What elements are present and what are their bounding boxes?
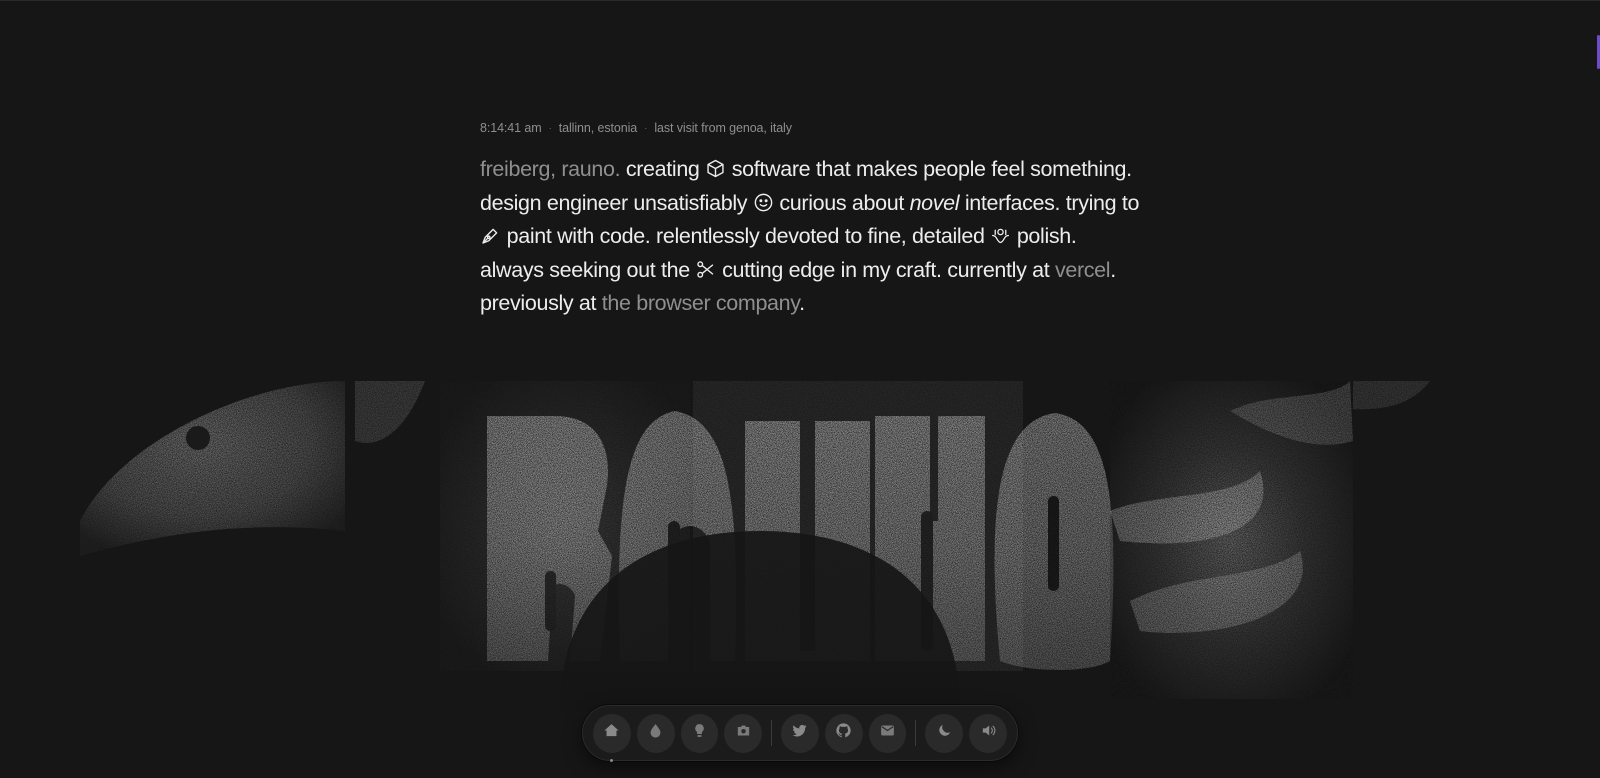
hero-artwork <box>80 381 1430 711</box>
active-indicator <box>610 758 614 762</box>
moon-icon <box>936 722 953 744</box>
meta-line: 8:14:41 am · tallinn, estonia · last vis… <box>480 121 792 135</box>
local-time: 8:14:41 am <box>480 121 542 135</box>
bio-text: creating <box>620 157 706 181</box>
bio-text: cutting edge in my craft. currently at <box>716 257 1055 282</box>
camera-icon <box>735 722 752 744</box>
art-right-panel <box>1110 381 1430 699</box>
smile-icon <box>753 190 774 211</box>
hands-icon <box>990 223 1011 244</box>
speaker-icon <box>980 722 997 744</box>
email-button[interactable] <box>868 713 907 753</box>
page: 8:14:41 am · tallinn, estonia · last vis… <box>0 0 1600 778</box>
scissors-icon <box>695 257 716 278</box>
pen-icon <box>480 223 501 244</box>
craft-button[interactable] <box>636 713 675 753</box>
theme-toggle-button[interactable] <box>925 713 964 753</box>
bio-text: curious about <box>773 190 910 215</box>
mail-icon <box>879 722 896 744</box>
last-visit: last visit from genoa, italy <box>654 121 792 135</box>
bio-paragraph: freiberg, rauno. creating software that … <box>480 153 1140 321</box>
twitter-button[interactable] <box>781 713 819 753</box>
bulb-icon <box>691 722 708 744</box>
ideas-button[interactable] <box>680 713 719 753</box>
twitter-icon <box>791 722 808 744</box>
dock <box>582 705 1018 762</box>
sound-toggle-button[interactable] <box>969 713 1007 753</box>
bio-text: interfaces. trying to <box>959 190 1140 215</box>
home-button[interactable] <box>593 713 631 762</box>
dock-divider <box>771 720 773 746</box>
bio-text-italic: novel <box>909 190 960 215</box>
browser-company-link[interactable]: the browser company <box>602 291 800 315</box>
author-name: freiberg, rauno. <box>480 157 621 181</box>
art-left-panel <box>80 381 425 556</box>
meta-separator: · <box>644 122 648 134</box>
bio-text: paint with code. relentlessly devoted to… <box>501 224 991 248</box>
location: tallinn, estonia <box>558 121 638 135</box>
meta-separator: · <box>548 122 552 134</box>
home-icon <box>603 722 620 744</box>
vercel-link[interactable]: vercel <box>1055 258 1111 282</box>
bio-text: . <box>799 291 805 315</box>
github-button[interactable] <box>824 713 863 753</box>
github-icon <box>835 722 852 744</box>
drop-icon <box>647 722 664 744</box>
dock-divider <box>915 720 917 746</box>
cube-icon <box>705 156 726 178</box>
photos-button[interactable] <box>724 713 763 753</box>
